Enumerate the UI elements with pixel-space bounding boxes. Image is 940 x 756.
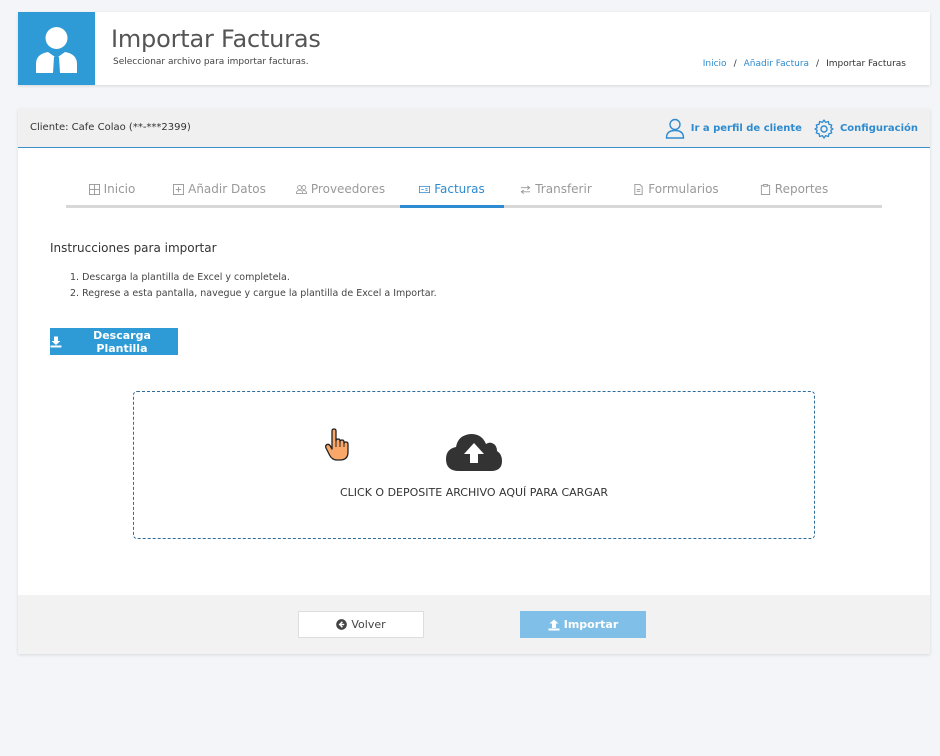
back-button-label: Volver — [351, 618, 386, 631]
download-template-label: Descarga Plantilla — [93, 328, 151, 355]
plus-square-icon — [173, 183, 185, 195]
tab-label: Transferir — [535, 182, 592, 196]
breadcrumb-inicio[interactable]: Inicio — [703, 59, 727, 69]
invoice-icon — [419, 185, 431, 193]
import-button-label: Importar — [563, 618, 619, 631]
client-label: Cliente: Cafe Colao (**-***2399) — [30, 122, 191, 133]
dropzone-text: CLICK O DEPOSITE ARCHIVO AQUÍ PARA CARGA… — [339, 486, 608, 499]
tab-facturas[interactable]: Facturas — [400, 173, 504, 208]
import-button[interactable]: Importar — [520, 611, 646, 638]
tab-anadir-datos[interactable]: Añadir Datos — [158, 173, 281, 205]
tab-label: Proveedores — [310, 182, 386, 196]
page-header: Importar Facturas Seleccionar archivo pa… — [18, 12, 930, 85]
download-icon — [50, 336, 62, 347]
file-dropzone[interactable]: CLICK O DEPOSITE ARCHIVO AQUÍ PARA CARGA… — [133, 391, 815, 539]
form-footer: Volver Importar — [18, 595, 930, 654]
list-item: 2. Regrese a esta pantalla, navegue y ca… — [70, 288, 437, 299]
breadcrumb-separator: / — [816, 59, 820, 69]
user-tie-icon — [18, 12, 95, 85]
exchange-icon — [520, 184, 531, 194]
config-link[interactable]: Configuración — [814, 118, 918, 139]
profile-link-label: Ir a perfil de cliente — [690, 123, 802, 134]
instructions-title: Instrucciones para importar — [50, 241, 217, 255]
users-icon — [295, 184, 307, 194]
tab-transferir[interactable]: Transferir — [504, 173, 608, 205]
grid-icon — [88, 183, 100, 195]
tab-label: Añadir Datos — [188, 182, 266, 196]
tab-label: Inicio — [103, 182, 136, 196]
page-title: Importar Facturas — [111, 25, 321, 53]
upload-icon — [548, 619, 560, 630]
tab-reportes[interactable]: Reportes — [744, 173, 844, 205]
clipboard-icon — [760, 183, 770, 195]
main-card: Cliente: Cafe Colao (**-***2399) Ir a pe… — [18, 109, 930, 654]
back-button[interactable]: Volver — [298, 611, 424, 638]
client-bar: Cliente: Cafe Colao (**-***2399) Ir a pe… — [18, 109, 930, 148]
list-item: 1. Descarga la plantilla de Excel y comp… — [70, 272, 290, 283]
breadcrumb-separator: / — [733, 59, 737, 69]
profile-link[interactable]: Ir a perfil de cliente — [665, 118, 802, 139]
breadcrumb: Inicio / Añadir Factura / Importar Factu… — [703, 59, 906, 69]
cloud-upload-icon — [446, 434, 502, 471]
instructions-list: 1. Descarga la plantilla de Excel y comp… — [70, 270, 437, 302]
user-outline-icon — [665, 118, 684, 139]
tab-label: Facturas — [434, 182, 485, 196]
config-link-label: Configuración — [839, 123, 918, 134]
circle-arrow-left-icon — [336, 619, 348, 630]
file-icon — [634, 183, 643, 195]
hand-pointer-icon — [325, 428, 349, 461]
tab-label: Formularios — [648, 182, 719, 196]
client-actions: Ir a perfil de cliente Configuración — [665, 118, 918, 139]
breadcrumb-anadir-factura[interactable]: Añadir Factura — [744, 59, 809, 69]
page-subtitle: Seleccionar archivo para importar factur… — [113, 57, 309, 67]
tab-inicio[interactable]: Inicio — [66, 173, 158, 205]
tab-label: Reportes — [774, 182, 829, 196]
tab-bar: Inicio Añadir Datos Proveedores Facturas… — [66, 173, 882, 208]
tab-proveedores[interactable]: Proveedores — [281, 173, 400, 205]
tab-formularios[interactable]: Formularios — [608, 173, 744, 205]
breadcrumb-current: Importar Facturas — [826, 59, 906, 69]
gear-icon — [814, 118, 834, 139]
download-template-button[interactable]: Descarga Plantilla — [50, 328, 178, 355]
